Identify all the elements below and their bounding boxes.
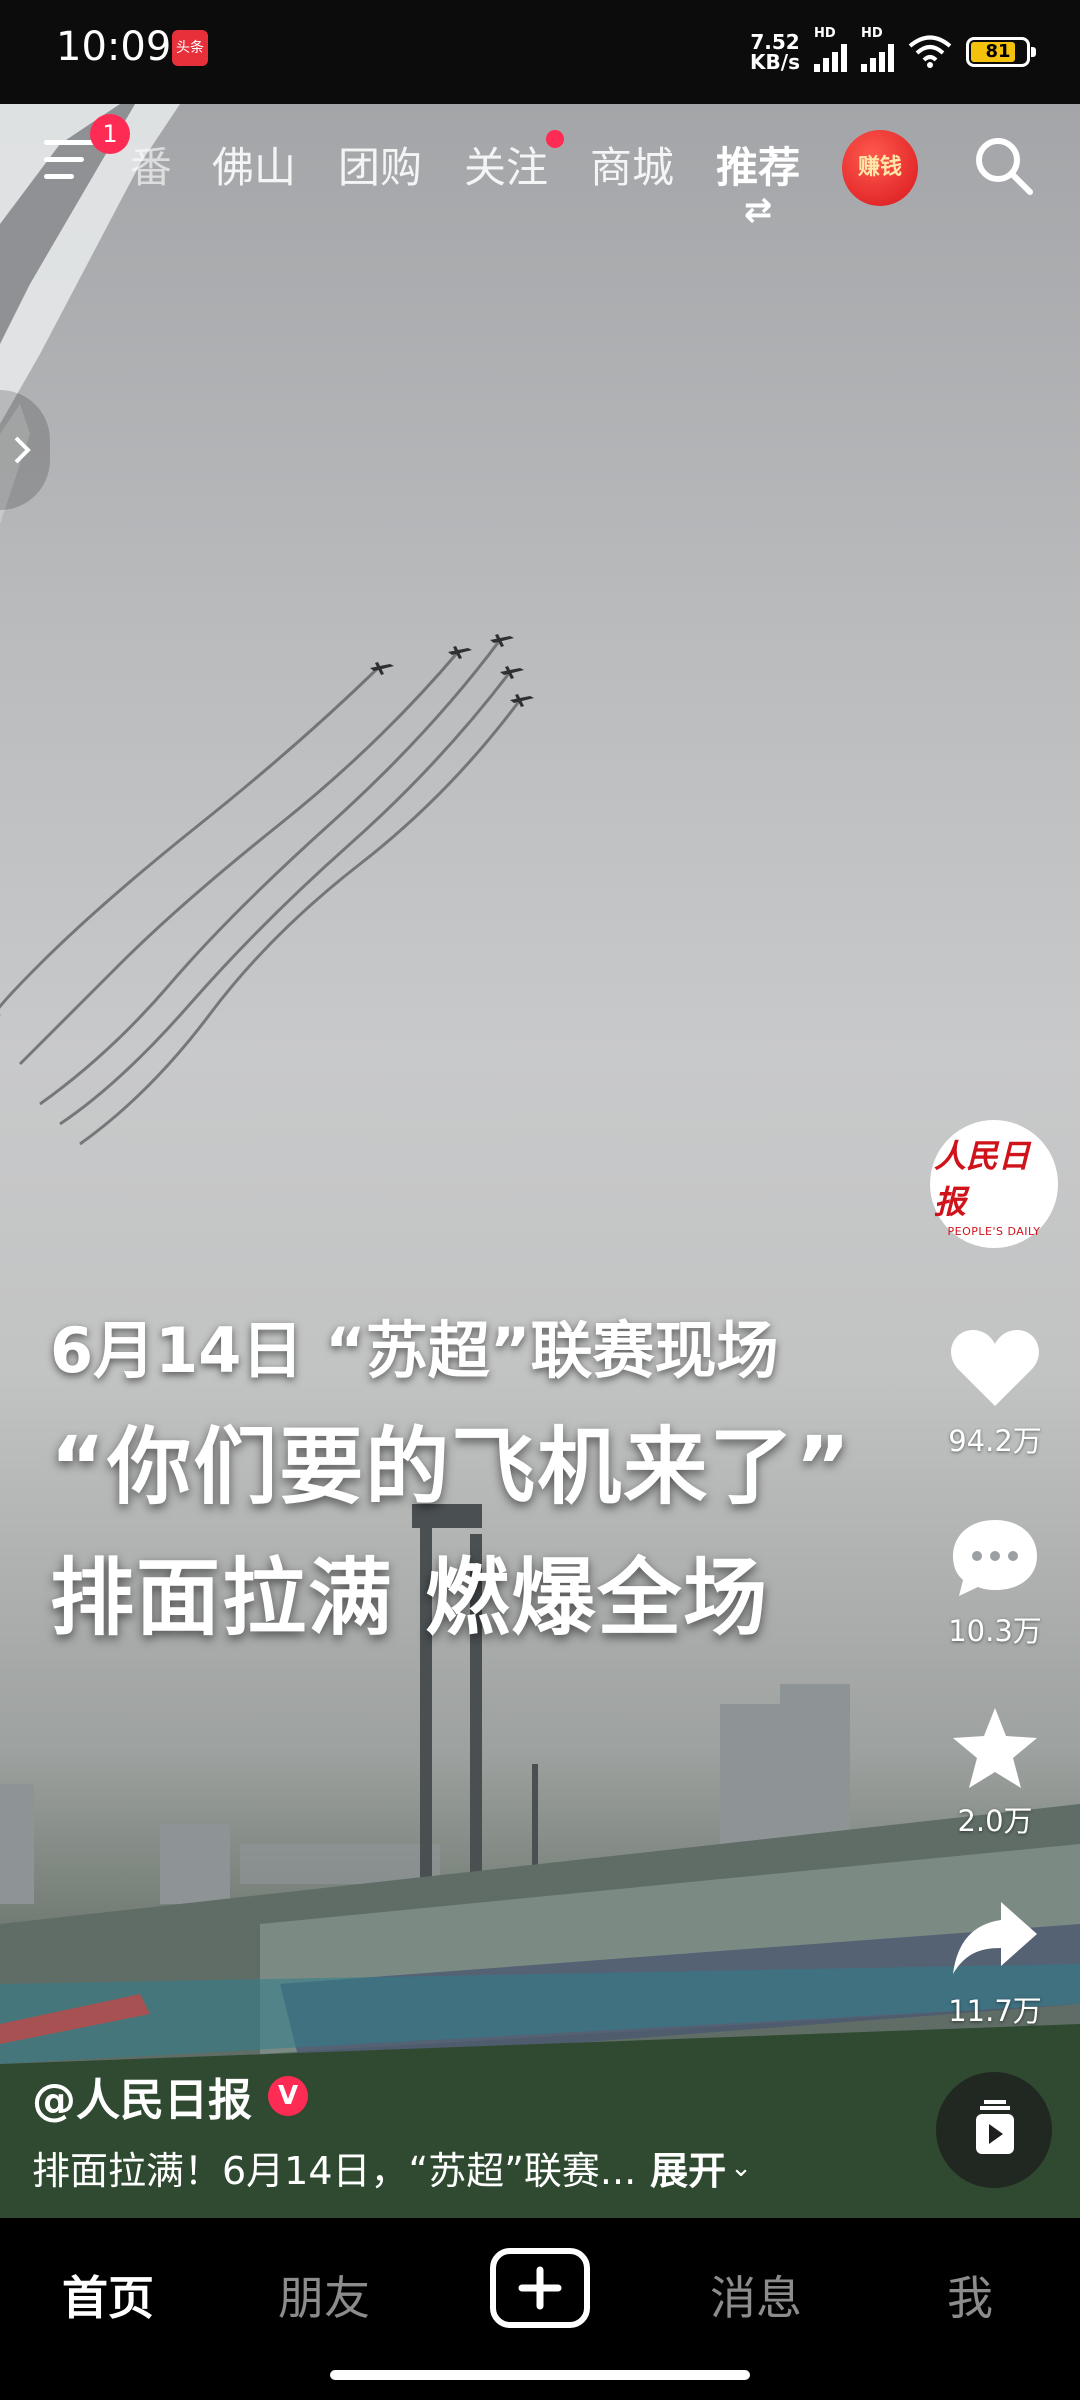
tab-foshan[interactable]: 佛山	[212, 134, 296, 195]
tab-friends[interactable]: 朋友	[244, 2262, 404, 2328]
share-button[interactable]: 11.7万	[930, 1896, 1060, 2030]
like-button[interactable]: 94.2万	[930, 1326, 1060, 1460]
playlist-button[interactable]	[936, 2072, 1052, 2188]
status-bar: 10:09 头条 7.52 KB/s HD HD 81	[0, 0, 1080, 104]
author-handle: @人民日报	[32, 2075, 252, 2126]
new-content-dot	[546, 130, 565, 148]
menu-line-icon	[44, 174, 74, 179]
menu-button[interactable]	[44, 140, 102, 190]
plus-icon	[518, 2266, 562, 2310]
author-name[interactable]: @人民日报 V	[32, 2064, 308, 2128]
tab-following[interactable]: 关注	[464, 130, 565, 195]
avatar-logo-sub: PEOPLE'S DAILY	[947, 1224, 1041, 1238]
menu-line-icon	[44, 157, 84, 162]
caption-line-1: 6月14日 “苏超”联赛现场	[50, 1314, 779, 1387]
heart-icon	[951, 1330, 1039, 1406]
battery-level: 81	[985, 41, 1011, 62]
star-icon	[953, 1708, 1037, 1788]
status-time: 10:09	[56, 24, 172, 70]
like-count: 94.2万	[948, 1424, 1042, 1458]
verified-badge: V	[268, 2076, 308, 2116]
comment-button[interactable]: 10.3万	[930, 1516, 1060, 1650]
bottom-nav: 首页 朋友 消息 我	[0, 2218, 1080, 2400]
tab-recommend-label: 推荐	[716, 143, 801, 192]
avatar-logo: 人民日报	[934, 1136, 1031, 1221]
video-caption: 6月14日 “苏超”联赛现场 “你们要的飞机来了” 排面拉满 燃爆全场	[50, 1300, 910, 1652]
create-post-button[interactable]	[490, 2248, 590, 2328]
signal-hd-label-2: HD	[861, 26, 883, 41]
action-rail: 人民日报 PEOPLE'S DAILY 94.2万 10.3万 2.0万 11.…	[930, 1120, 1060, 2028]
network-speed: 7.52 KB/s	[750, 32, 800, 72]
playlist-icon	[976, 2100, 1014, 2154]
caption-line-3: 排面拉满 燃爆全场	[50, 1549, 770, 1647]
signal-hd-label: HD	[814, 26, 836, 41]
chevron-right-icon	[14, 436, 31, 464]
network-speed-value: 7.52	[750, 30, 800, 54]
caption-line-2: “你们要的飞机来了”	[50, 1418, 853, 1516]
favorite-button[interactable]: 2.0万	[930, 1706, 1060, 1840]
menu-notification-badge: 1	[90, 114, 130, 154]
tab-group-buy[interactable]: 团购	[338, 134, 422, 195]
top-nav: 1 番 佛山 团购 关注 商城 推荐 ⇄ 赚钱	[0, 104, 1080, 230]
top-tabs: 番 佛山 团购 关注 商城 推荐 ⇄	[130, 130, 842, 230]
signal-icon-2: HD	[861, 26, 894, 72]
comment-icon	[953, 1520, 1037, 1596]
description-text: 排面拉满！6月14日，“苏超”联赛...	[32, 2149, 637, 2193]
search-icon[interactable]	[972, 134, 1036, 198]
home-indicator[interactable]	[330, 2370, 750, 2380]
post-description[interactable]: 排面拉满！6月14日，“苏超”联赛... 展开 ⌄	[32, 2140, 752, 2195]
video-frame	[0, 104, 1080, 2218]
tab-partial[interactable]: 番	[130, 134, 170, 195]
status-indicators: 7.52 KB/s HD HD 81	[750, 24, 1036, 80]
earn-money-button[interactable]: 赚钱	[842, 130, 918, 206]
wifi-icon	[908, 35, 952, 68]
video-player[interactable]	[0, 104, 1080, 2218]
signal-icon: HD	[814, 26, 847, 72]
tab-me[interactable]: 我	[890, 2262, 1050, 2328]
battery-icon: 81	[966, 37, 1036, 67]
toutiao-app-icon: 头条	[172, 30, 208, 66]
tab-recommend[interactable]: 推荐 ⇄	[716, 134, 801, 230]
network-speed-unit: KB/s	[750, 50, 800, 74]
share-count: 11.7万	[948, 1994, 1042, 2028]
comment-count: 10.3万	[948, 1614, 1042, 1648]
tab-messages[interactable]: 消息	[676, 2262, 836, 2328]
tab-following-label: 关注	[464, 143, 549, 192]
favorite-count: 2.0万	[957, 1804, 1033, 1838]
swap-icon: ⇄	[743, 190, 773, 230]
author-avatar[interactable]: 人民日报 PEOPLE'S DAILY	[930, 1120, 1058, 1248]
tab-home[interactable]: 首页	[28, 2262, 188, 2328]
share-arrow-icon	[953, 1902, 1037, 1974]
tab-mall[interactable]: 商城	[590, 134, 674, 195]
expand-button[interactable]: 展开	[650, 2140, 726, 2195]
chevron-down-icon: ⌄	[730, 2152, 752, 2183]
